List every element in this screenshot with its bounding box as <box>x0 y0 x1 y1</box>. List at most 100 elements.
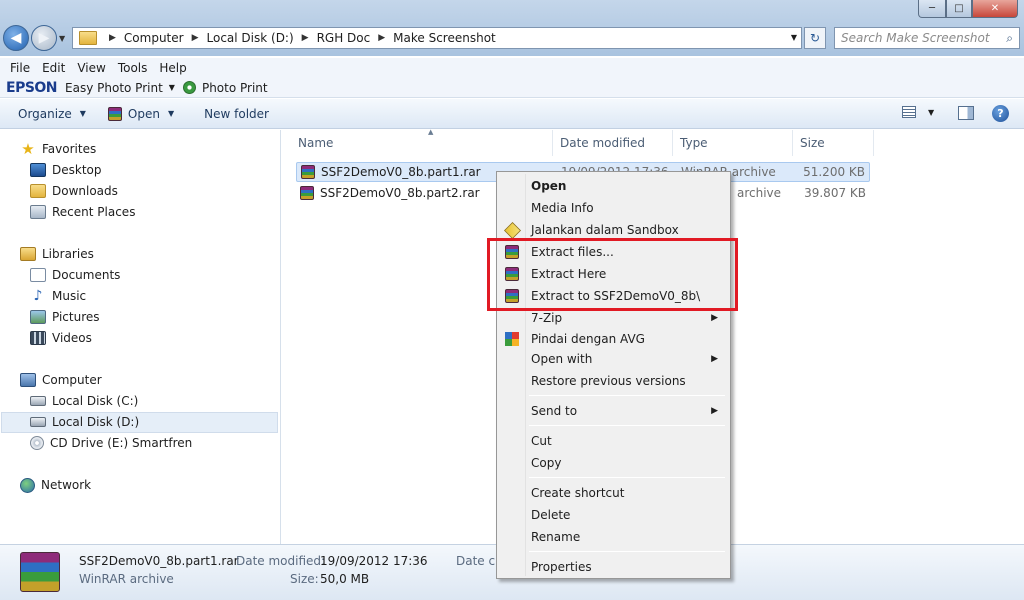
nav-label: Libraries <box>42 247 94 261</box>
menu-item-avg-scan[interactable]: Pindai dengan AVG <box>499 328 728 350</box>
chevron-down-icon[interactable]: ▼ <box>928 108 934 117</box>
breadcrumb-computer[interactable]: Computer <box>124 31 184 45</box>
column-date-modified[interactable]: Date modified <box>552 130 673 156</box>
open-label: Open <box>127 106 160 121</box>
chevron-down-icon[interactable]: ▼ <box>169 83 175 92</box>
nav-network[interactable]: Network <box>20 475 91 495</box>
preview-pane-icon[interactable] <box>958 106 974 120</box>
new-folder-label: New folder <box>204 106 269 121</box>
address-bar[interactable]: ▶ Computer ▶ Local Disk (D:) ▶ RGH Doc ▶… <box>72 27 802 49</box>
help-icon[interactable]: ? <box>992 105 1009 122</box>
folder-icon <box>79 31 97 45</box>
open-button[interactable]: Open ▼ <box>107 106 174 121</box>
menu-item-send-to[interactable]: Send to ▶ <box>499 400 728 422</box>
submenu-arrow-icon: ▶ <box>711 313 718 323</box>
nav-desktop[interactable]: Desktop <box>30 160 102 180</box>
column-name[interactable]: Name ▲ <box>290 128 553 156</box>
nav-label: Recent Places <box>52 205 136 219</box>
menu-item-label: Jalankan dalam Sandbox <box>531 223 679 237</box>
nav-label: Local Disk (C:) <box>52 394 139 408</box>
address-dropdown-icon[interactable]: ▼ <box>791 33 797 42</box>
menu-help[interactable]: Help <box>153 61 192 75</box>
close-button[interactable]: ✕ <box>972 0 1018 18</box>
hard-disk-icon <box>30 396 46 406</box>
chevron-right-icon[interactable]: ▶ <box>378 33 385 43</box>
menu-item-label: Restore previous versions <box>531 374 686 388</box>
forward-button[interactable]: ▶ <box>31 25 57 51</box>
nav-favorites[interactable]: ★ Favorites <box>20 139 96 159</box>
new-folder-button[interactable]: New folder <box>204 107 269 121</box>
star-icon: ★ <box>21 140 35 158</box>
column-size[interactable]: Size <box>792 130 874 156</box>
nav-label: Local Disk (D:) <box>52 415 140 429</box>
nav-local-disk-c[interactable]: Local Disk (C:) <box>30 391 138 411</box>
menu-item-media-info[interactable]: Media Info <box>499 197 728 219</box>
desktop-icon <box>30 163 46 177</box>
menu-item-cut[interactable]: Cut <box>499 430 728 452</box>
minimize-button[interactable]: ─ <box>918 0 946 18</box>
column-type[interactable]: Type <box>672 130 793 156</box>
epson-toolbar: EPSON Easy Photo Print ▼ Photo Print <box>0 78 1024 98</box>
context-menu: Open Media Info Jalankan dalam Sandbox E… <box>496 171 731 579</box>
refresh-button[interactable]: ↻ <box>804 27 826 49</box>
menu-item-label: Open <box>531 179 567 193</box>
nav-computer[interactable]: Computer <box>20 370 102 390</box>
chevron-right-icon[interactable]: ▶ <box>109 33 116 43</box>
easy-photo-print-button[interactable]: Easy Photo Print <box>65 81 163 95</box>
avg-icon <box>505 332 519 346</box>
breadcrumb-rgh-doc[interactable]: RGH Doc <box>317 31 371 45</box>
videos-icon <box>30 331 46 345</box>
menu-item-create-shortcut[interactable]: Create shortcut <box>499 482 728 504</box>
nav-videos[interactable]: Videos <box>30 328 92 348</box>
back-button[interactable]: ◀ <box>3 25 29 51</box>
sort-ascending-icon: ▲ <box>428 128 434 136</box>
details-size-value: 50,0 MB <box>320 572 370 586</box>
column-label: Size <box>800 136 825 150</box>
details-date-label: Date modified: <box>236 554 326 568</box>
breadcrumb-local-disk-d[interactable]: Local Disk (D:) <box>207 31 294 45</box>
menu-item-delete[interactable]: Delete <box>499 504 728 526</box>
cd-drive-icon <box>30 436 44 450</box>
breadcrumb-make-screenshot[interactable]: Make Screenshot <box>393 31 496 45</box>
menu-view[interactable]: View <box>71 61 111 75</box>
menu-item-label: Send to <box>531 404 578 418</box>
sandbox-icon <box>504 222 521 239</box>
photo-print-button[interactable]: Photo Print <box>202 81 268 95</box>
menu-item-restore-versions[interactable]: Restore previous versions <box>499 370 728 392</box>
winrar-icon <box>300 186 314 200</box>
nav-music[interactable]: ♪ Music <box>30 286 87 306</box>
winrar-archive-icon <box>20 552 60 592</box>
menu-item-copy[interactable]: Copy <box>499 452 728 474</box>
chevron-right-icon[interactable]: ▶ <box>302 33 309 43</box>
epson-logo: EPSON <box>6 79 58 96</box>
menu-item-rename[interactable]: Rename <box>499 526 728 548</box>
menu-item-label: Copy <box>531 456 562 470</box>
menu-item-label: Delete <box>531 508 571 522</box>
file-size: 39.807 KB <box>804 186 866 200</box>
submenu-arrow-icon: ▶ <box>711 354 718 364</box>
menu-separator <box>529 551 725 552</box>
recent-pages-dropdown[interactable]: ▼ <box>59 34 65 43</box>
menu-edit[interactable]: Edit <box>36 61 71 75</box>
menu-item-open[interactable]: Open <box>499 175 728 197</box>
chevron-right-icon[interactable]: ▶ <box>192 33 199 43</box>
nav-local-disk-d[interactable]: Local Disk (D:) <box>30 412 139 432</box>
menu-item-open-with[interactable]: Open with ▶ <box>499 348 728 370</box>
nav-recent-places[interactable]: Recent Places <box>30 202 135 222</box>
view-options-icon[interactable] <box>902 106 916 118</box>
menu-file[interactable]: File <box>4 61 36 75</box>
details-date-value: 19/09/2012 17:36 <box>320 554 428 568</box>
nav-cd-drive[interactable]: CD Drive (E:) Smartfren <box>30 433 192 453</box>
nav-downloads[interactable]: Downloads <box>30 181 118 201</box>
search-input[interactable]: Search Make Screenshot ⌕ <box>834 27 1020 49</box>
nav-documents[interactable]: Documents <box>30 265 120 285</box>
file-name: SSF2DemoV0_8b.part2.rar <box>320 186 480 200</box>
details-size-label: Size: <box>290 572 319 586</box>
organize-button[interactable]: Organize ▼ <box>18 107 86 121</box>
maximize-button[interactable]: □ <box>946 0 972 18</box>
nav-libraries[interactable]: Libraries <box>20 244 94 264</box>
menu-tools[interactable]: Tools <box>112 61 154 75</box>
menu-item-properties[interactable]: Properties <box>499 556 728 578</box>
nav-pictures[interactable]: Pictures <box>30 307 100 327</box>
menu-item-label: 7-Zip <box>531 311 563 325</box>
